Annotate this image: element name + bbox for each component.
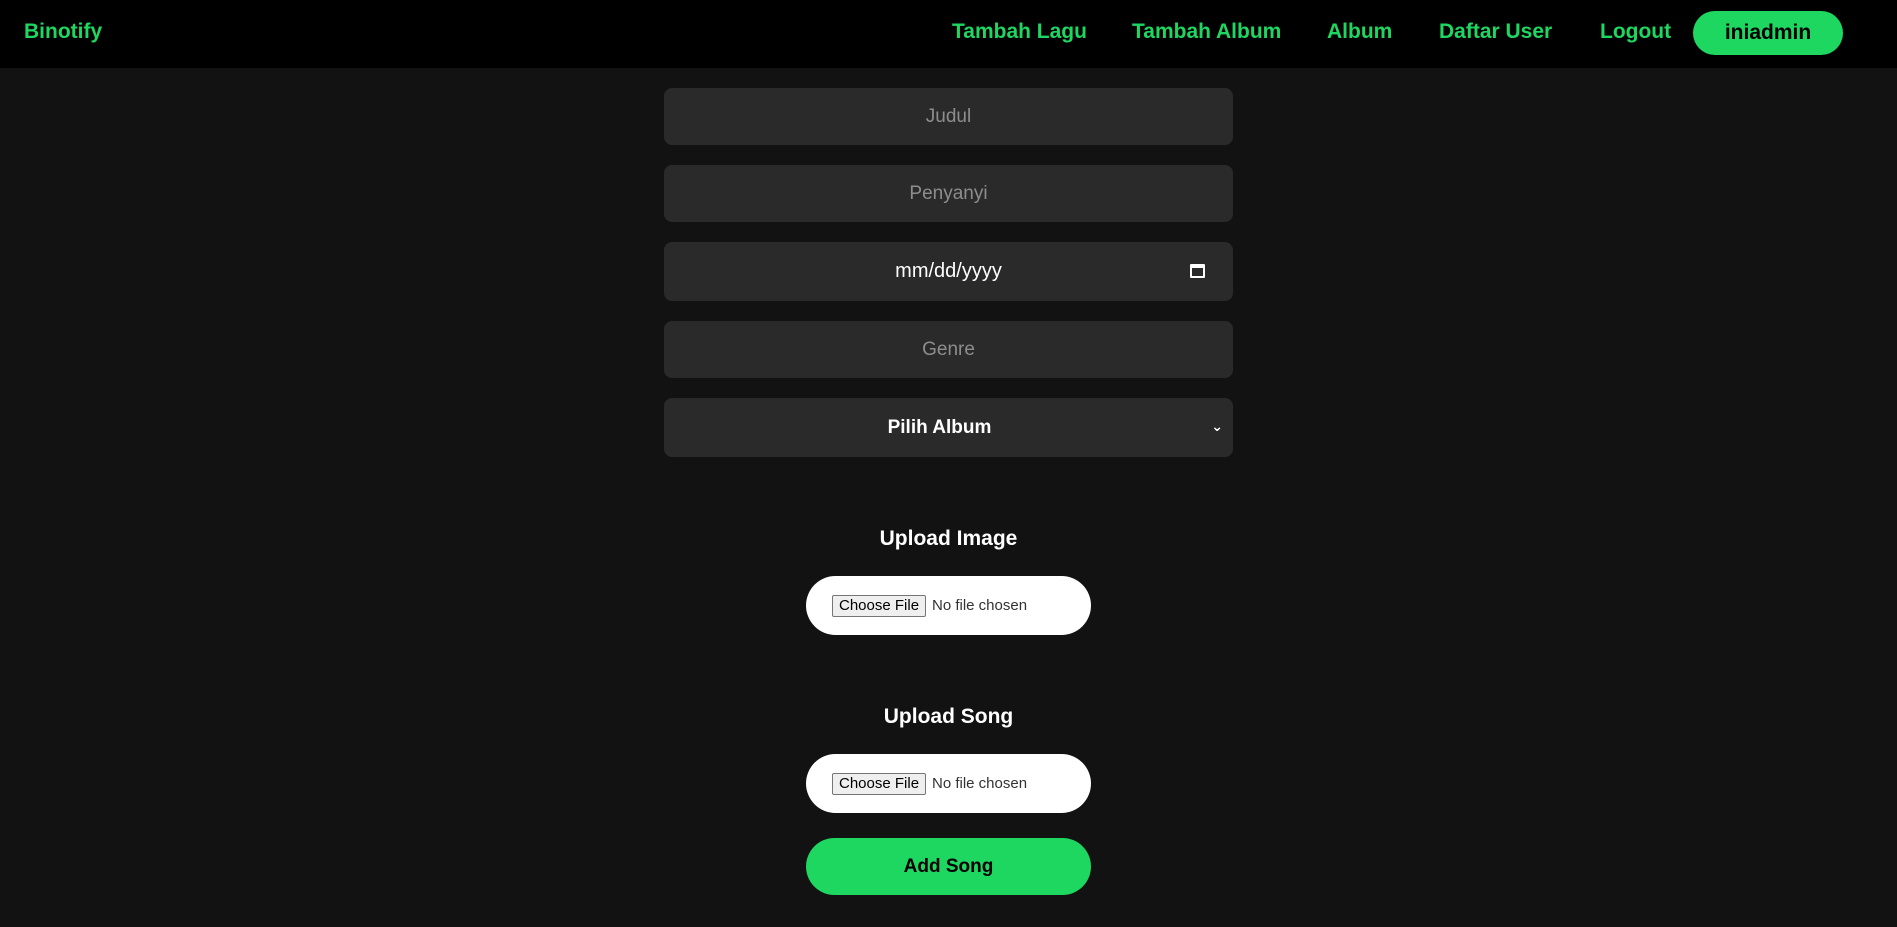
- singer-input[interactable]: Penyanyi: [664, 165, 1233, 222]
- song-file-input[interactable]: Choose File No file chosen: [806, 754, 1091, 813]
- singer-placeholder: Penyanyi: [909, 182, 988, 204]
- brand-logo[interactable]: Binotify: [24, 20, 102, 44]
- date-value: mm/dd/yyyy: [895, 260, 1002, 282]
- chevron-down-icon: ⌄: [1211, 418, 1223, 434]
- date-input[interactable]: mm/dd/yyyy: [664, 242, 1233, 301]
- album-select-value: Pilih Album: [887, 416, 992, 438]
- song-file-status: No file chosen: [932, 775, 1028, 792]
- choose-image-button[interactable]: Choose File: [832, 595, 927, 617]
- nav-daftar-user[interactable]: Daftar User: [1439, 20, 1552, 44]
- choose-song-button[interactable]: Choose File: [832, 773, 927, 795]
- nav-logout[interactable]: Logout: [1600, 20, 1671, 44]
- navbar: Binotify Tambah Lagu Tambah Album Album …: [0, 0, 1897, 68]
- calendar-icon[interactable]: [1190, 264, 1205, 278]
- nav-album[interactable]: Album: [1327, 20, 1392, 44]
- upload-song-label: Upload Song: [883, 705, 1014, 728]
- image-file-status: No file chosen: [932, 597, 1028, 614]
- nav-tambah-album[interactable]: Tambah Album: [1132, 20, 1281, 44]
- genre-input[interactable]: Genre: [664, 321, 1233, 378]
- nav-tambah-lagu[interactable]: Tambah Lagu: [952, 20, 1087, 44]
- user-button[interactable]: iniadmin: [1693, 11, 1843, 55]
- genre-placeholder: Genre: [922, 338, 975, 360]
- title-input[interactable]: Judul: [664, 88, 1233, 145]
- title-placeholder: Judul: [925, 105, 972, 127]
- album-select[interactable]: Pilih Album ⌄: [664, 398, 1233, 457]
- upload-image-label: Upload Image: [879, 527, 1018, 550]
- add-song-button[interactable]: Add Song: [806, 838, 1091, 895]
- image-file-input[interactable]: Choose File No file chosen: [806, 576, 1091, 635]
